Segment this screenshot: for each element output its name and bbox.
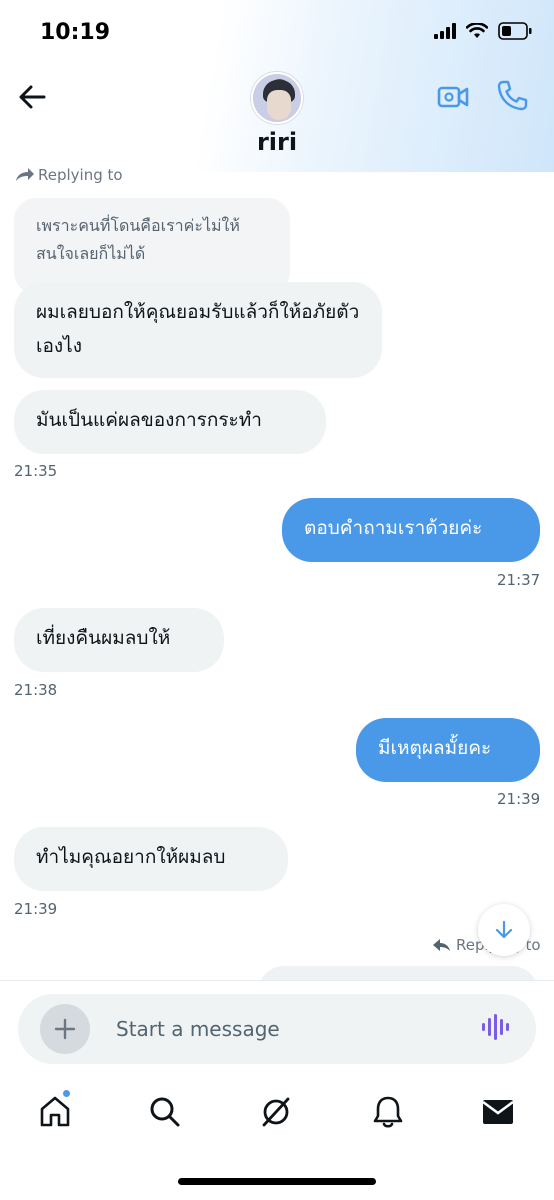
home-indicator — [178, 1178, 376, 1185]
phone-call-icon — [497, 80, 528, 111]
add-media-button[interactable] — [40, 1004, 90, 1054]
phone-call-button[interactable] — [494, 78, 530, 118]
home-icon — [40, 1096, 70, 1127]
tab-messages[interactable] — [470, 1084, 526, 1140]
arrow-down-icon — [495, 920, 513, 939]
message-timestamp: 21:37 — [497, 571, 541, 589]
outgoing-message[interactable]: ตอบคำถามเราด้วยค่ะ — [282, 498, 540, 562]
video-call-icon — [437, 86, 469, 108]
notification-dot — [62, 1089, 71, 1098]
tab-notifications[interactable] — [360, 1084, 416, 1140]
tab-search[interactable] — [137, 1084, 193, 1140]
conversation-header: 10:19 riri — [0, 0, 554, 172]
signal-icon — [434, 23, 456, 39]
scroll-to-bottom-button[interactable] — [478, 904, 530, 956]
video-call-button[interactable] — [436, 80, 470, 118]
message-timestamp: 21:35 — [14, 462, 58, 480]
reply-arrow-icon — [16, 168, 34, 181]
battery-icon — [498, 22, 532, 40]
message-timestamp: 21:39 — [497, 790, 541, 808]
outgoing-message[interactable]: มีเหตุผลมั้ยคะ — [356, 718, 540, 782]
notifications-icon — [373, 1096, 403, 1128]
messages-icon — [482, 1100, 514, 1124]
incoming-message[interactable]: เที่ยงคืนผมลบให้ — [14, 608, 224, 672]
grok-icon — [262, 1097, 290, 1127]
back-arrow-icon — [19, 85, 46, 109]
tab-grok[interactable] — [248, 1084, 304, 1140]
incoming-message[interactable]: ทำไมคุณอยากให้ผมลบ — [14, 827, 288, 891]
quoted-message[interactable]: เพราะคนที่โดนคือเราค่ะไม่ให้สนใจเลยก็ไม่… — [14, 198, 290, 294]
message-timestamp: 21:38 — [14, 681, 58, 699]
wifi-icon — [466, 23, 488, 38]
reply-arrow-icon — [433, 939, 450, 951]
avatar[interactable] — [251, 72, 303, 124]
status-time: 10:19 — [40, 20, 111, 45]
back-button[interactable] — [16, 80, 50, 114]
voice-message-button[interactable] — [480, 1012, 510, 1046]
reply-indicator: Replying to — [14, 166, 123, 184]
incoming-message[interactable]: ผมเลยบอกให้คุณยอมรับแล้วก็ให้อภัยตัวเองไ… — [14, 282, 382, 378]
status-icons — [434, 22, 532, 40]
search-icon — [150, 1097, 180, 1127]
voice-waveform-icon — [482, 1014, 509, 1040]
reply-label-text: Replying to — [38, 166, 123, 184]
incoming-message[interactable]: มันเป็นแค่ผลของการกระทำ — [14, 390, 326, 454]
message-timestamp: 21:39 — [14, 900, 58, 918]
tab-bar — [0, 1084, 554, 1144]
tab-home[interactable] — [27, 1084, 83, 1140]
plus-icon — [54, 1018, 76, 1040]
contact-name[interactable]: riri — [0, 128, 554, 156]
message-input[interactable] — [116, 1014, 456, 1044]
